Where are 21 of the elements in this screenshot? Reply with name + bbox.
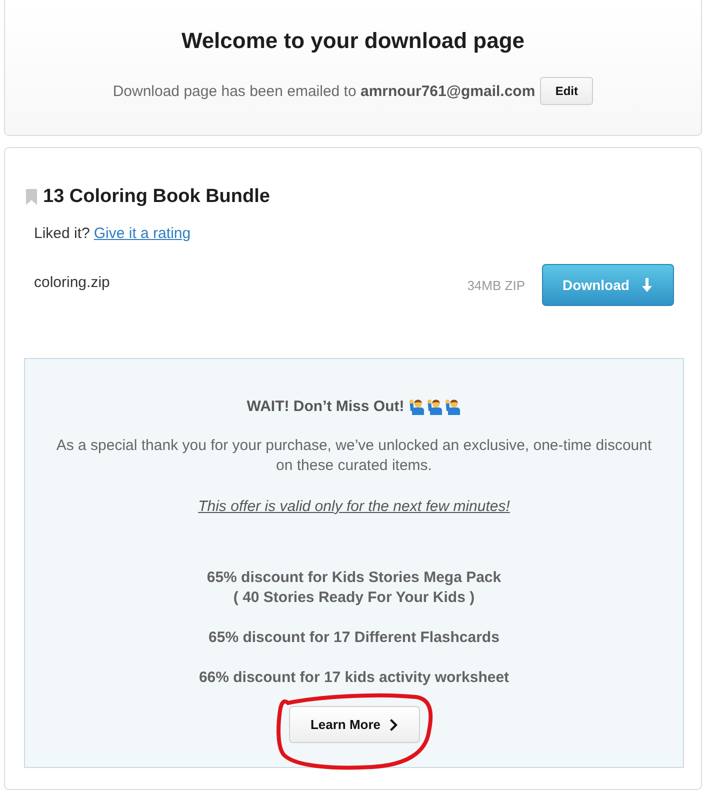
person-raising-hand-icon [409,399,426,415]
person-raising-hand-icon [427,399,444,415]
offer-message: As a special thank you for your purchase, we’ve unlocked an exclusive, one-time discount on these curated items. [55,436,653,476]
offer-heading: WAIT! Don’t Miss Out! [246,397,404,417]
rating-link[interactable]: Give it a rating [94,224,191,244]
email-notice: Download page has been emailed to amrnour761@gmail.com [112,82,536,100]
file-name: coloring.zip [34,274,110,290]
edit-button[interactable]: Edit [540,77,594,105]
person-raising-hand-icon [445,399,462,415]
discount-text: 65% discount for 17 Different Flashcards [208,628,500,648]
file-size: 34MB ZIP [467,278,525,292]
product-title: 13 Coloring Book Bundle [43,185,270,209]
offer-deadline-notice: This offer is valid only for the next few minutes! [198,497,510,517]
rating-prompt: Liked it? [34,224,90,244]
discount-text: 65% discount for Kids Stories Mega Pack ( 40 Stories Ready For Your Kids ) [206,568,502,608]
learn-more-button[interactable]: Learn More [288,706,420,743]
chevron-right-icon [390,718,398,730]
page-title: Welcome to your download page [181,28,525,54]
bookmark-icon[interactable] [26,189,37,205]
download-arrow-icon [641,278,654,292]
discount-text: 66% discount for 17 kids activity worksheet [198,668,510,688]
